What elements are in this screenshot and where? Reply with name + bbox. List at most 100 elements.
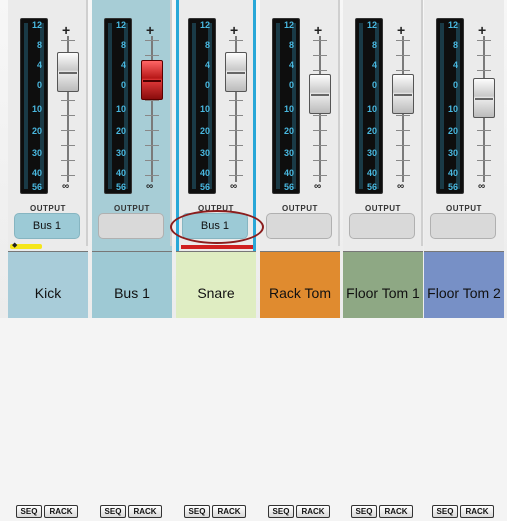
meter-tick-label: 40 (199, 168, 210, 178)
channel-strip-rack-tom: 12 8 4 0 10 20 30 40 56 + ∞ OUTPUT SEQ RACK Rack… (260, 0, 340, 518)
seq-button[interactable]: SEQ (100, 505, 126, 518)
volume-fader[interactable] (57, 52, 79, 92)
rack-button[interactable]: RACK (379, 505, 413, 518)
fader-min-symbol: ∞ (230, 181, 238, 192)
meter-tick-label: 4 (120, 60, 126, 70)
meter-tick-label: 20 (115, 126, 126, 136)
volume-fader[interactable] (141, 60, 163, 100)
meter-tick-label: 30 (115, 148, 126, 158)
meter-tick-label: 30 (447, 148, 458, 158)
meter-tick-label: 10 (283, 104, 294, 114)
selection-indicator (181, 245, 253, 249)
meter-tick-label: 10 (199, 104, 210, 114)
output-selector[interactable] (266, 213, 332, 239)
seq-button[interactable]: SEQ (184, 505, 210, 518)
meter-tick-label: 56 (115, 182, 126, 192)
meter-tick-label: 0 (120, 80, 126, 90)
fader-min-symbol: ∞ (397, 181, 405, 192)
seq-button[interactable]: SEQ (16, 505, 42, 518)
meter-tick-label: 12 (115, 20, 126, 30)
meter-scale: 12 8 4 0 10 20 30 40 56 (104, 18, 130, 192)
output-label: OUTPUT (30, 204, 66, 213)
output-label: OUTPUT (114, 204, 150, 213)
meter-tick-label: 40 (366, 168, 377, 178)
meter-tick-label: 8 (452, 40, 458, 50)
meter-tick-label: 4 (36, 60, 42, 70)
fader-max-symbol: + (230, 22, 239, 38)
channel-name-bar[interactable]: SEQ RACK Rack Tom (260, 251, 340, 518)
meter-tick-label: 30 (283, 148, 294, 158)
volume-fader[interactable] (392, 74, 414, 114)
meter-tick-label: 8 (36, 40, 42, 50)
channel-name: Snare (197, 285, 235, 301)
channel-name: Floor Tom 1 (346, 285, 420, 301)
meter-tick-label: 40 (447, 168, 458, 178)
send-indicator: ◆ (10, 242, 42, 249)
rack-button[interactable]: RACK (212, 505, 246, 518)
meter-scale: 12 8 4 0 10 20 30 40 56 (355, 18, 381, 192)
channel-name: Kick (34, 285, 62, 301)
meter-tick-label: 56 (31, 182, 42, 192)
fader-max-symbol: + (146, 22, 155, 38)
volume-fader[interactable] (473, 78, 495, 118)
meter-tick-label: 10 (447, 104, 458, 114)
meter-tick-label: 20 (31, 126, 42, 136)
meter-tick-label: 40 (115, 168, 126, 178)
seq-button[interactable]: SEQ (268, 505, 294, 518)
output-selector[interactable] (98, 213, 164, 239)
channel-name-bar[interactable]: SEQ RACK Kick (8, 251, 88, 518)
meter-tick-label: 12 (283, 20, 294, 30)
rack-button[interactable]: RACK (128, 505, 162, 518)
meter-tick-label: 12 (199, 20, 210, 30)
meter-tick-label: 30 (199, 148, 210, 158)
meter-tick-label: 20 (283, 126, 294, 136)
channel-strip-floor-tom-2: 12 8 4 0 10 20 30 40 56 + ∞ OUTPUT SEQ RACK Floo… (424, 0, 504, 518)
meter-tick-label: 0 (288, 80, 294, 90)
output-selector[interactable]: Bus 1 (14, 213, 80, 239)
meter-tick-label: 8 (371, 40, 377, 50)
meter-tick-label: 4 (288, 60, 294, 70)
fader-min-symbol: ∞ (62, 181, 70, 192)
meter-tick-label: 56 (447, 182, 458, 192)
meter-tick-label: 0 (36, 80, 42, 90)
channel-name-bar[interactable]: SEQ RACK Bus 1 (92, 251, 172, 518)
meter-tick-label: 8 (204, 40, 210, 50)
meter-scale: 12 8 4 0 10 20 30 40 56 (188, 18, 214, 192)
meter-tick-label: 30 (366, 148, 377, 158)
meter-tick-label: 12 (366, 20, 377, 30)
volume-fader[interactable] (225, 52, 247, 92)
channel-name-bar[interactable]: SEQ RACK Floor Tom 1 (343, 251, 423, 518)
meter-tick-label: 10 (31, 104, 42, 114)
rack-button[interactable]: RACK (296, 505, 330, 518)
meter-scale: 12 8 4 0 10 20 30 40 56 (20, 18, 46, 192)
volume-fader[interactable] (309, 74, 331, 114)
meter-tick-label: 8 (120, 40, 126, 50)
seq-button[interactable]: SEQ (351, 505, 377, 518)
rack-button[interactable]: RACK (44, 505, 78, 518)
meter-tick-label: 0 (371, 80, 377, 90)
meter-tick-label: 40 (283, 168, 294, 178)
channel-name-bar[interactable]: SEQ RACK Floor Tom 2 (424, 251, 504, 518)
meter-tick-label: 4 (204, 60, 210, 70)
output-selector[interactable] (349, 213, 415, 239)
meter-tick-label: 4 (452, 60, 458, 70)
fader-max-symbol: + (314, 22, 323, 38)
meter-scale: 12 8 4 0 10 20 30 40 56 (272, 18, 298, 192)
seq-button[interactable]: SEQ (432, 505, 458, 518)
meter-tick-label: 20 (447, 126, 458, 136)
meter-tick-label: 12 (31, 20, 42, 30)
meter-tick-label: 8 (288, 40, 294, 50)
channel-strip-kick: 12 8 4 0 10 20 30 40 56 + ∞ OUTPUT Bus 1 SEQ RAC… (8, 0, 88, 518)
fader-max-symbol: + (397, 22, 406, 38)
meter-tick-label: 10 (366, 104, 377, 114)
channel-strip-floor-tom-1: 12 8 4 0 10 20 30 40 56 + ∞ OUTPUT SEQ RACK Floo… (343, 0, 423, 518)
channel-name-bar[interactable]: SEQ RACK Snare (176, 251, 256, 518)
rack-button[interactable]: RACK (460, 505, 494, 518)
output-selector[interactable] (430, 213, 496, 239)
output-label: OUTPUT (365, 204, 401, 213)
fader-max-symbol: + (62, 22, 71, 38)
output-label: OUTPUT (446, 204, 482, 213)
channel-strip-bus-1: 12 8 4 0 10 20 30 40 56 + ∞ OUTPUT SEQ RACK Bus … (92, 0, 172, 518)
meter-tick-label: 20 (366, 126, 377, 136)
output-label: OUTPUT (282, 204, 318, 213)
